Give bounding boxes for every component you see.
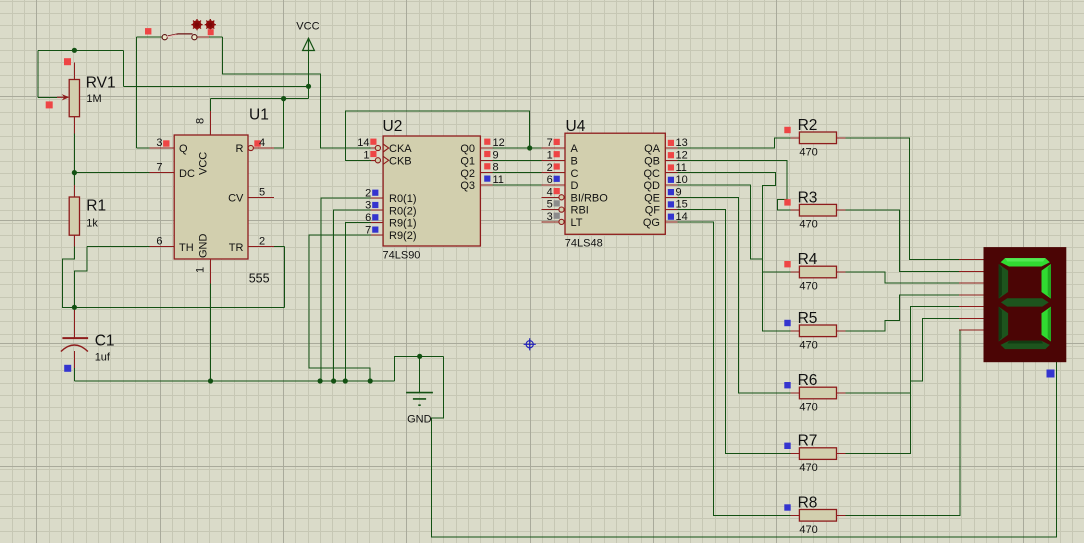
svg-text:7: 7 — [156, 162, 162, 174]
svg-text:7: 7 — [547, 137, 553, 149]
svg-text:QE: QE — [644, 192, 660, 204]
svg-text:8: 8 — [493, 162, 499, 174]
svg-text:R9(2): R9(2) — [389, 230, 417, 242]
svg-text:CKA: CKA — [389, 143, 412, 155]
svg-text:QB: QB — [644, 156, 660, 168]
svg-text:CV: CV — [228, 193, 244, 205]
svg-text:74LS48: 74LS48 — [565, 238, 603, 250]
svg-text:470: 470 — [799, 281, 817, 293]
svg-text:QD: QD — [644, 180, 661, 192]
svg-text:Q2: Q2 — [460, 168, 475, 180]
svg-text:470: 470 — [799, 462, 817, 474]
svg-text:9: 9 — [493, 149, 499, 161]
svg-text:CKB: CKB — [389, 156, 412, 168]
svg-text:1: 1 — [547, 150, 553, 162]
svg-text:2: 2 — [365, 187, 371, 199]
svg-text:4: 4 — [259, 137, 265, 149]
svg-text:QC: QC — [644, 168, 661, 180]
svg-text:5: 5 — [259, 186, 265, 198]
svg-text:6: 6 — [547, 174, 553, 186]
svg-text:6: 6 — [365, 212, 371, 224]
svg-text:A: A — [571, 143, 579, 155]
svg-text:1: 1 — [195, 267, 207, 273]
svg-text:5: 5 — [547, 199, 553, 211]
svg-text:470: 470 — [799, 524, 817, 536]
svg-text:14: 14 — [357, 137, 369, 149]
svg-text:74LS90: 74LS90 — [383, 250, 421, 262]
svg-text:R3: R3 — [798, 189, 818, 206]
svg-text:Q3: Q3 — [460, 180, 475, 192]
svg-text:12: 12 — [676, 150, 688, 162]
svg-text:R1: R1 — [86, 198, 106, 215]
svg-text:RV1: RV1 — [86, 75, 116, 92]
svg-text:9: 9 — [676, 186, 682, 198]
svg-text:14: 14 — [676, 211, 688, 223]
svg-text:1k: 1k — [86, 217, 98, 229]
svg-text:QA: QA — [644, 143, 661, 155]
svg-text:QF: QF — [645, 205, 661, 217]
svg-text:TR: TR — [229, 242, 244, 254]
svg-text:VCC: VCC — [296, 21, 319, 33]
svg-text:Q1: Q1 — [460, 156, 475, 168]
svg-text:VCC: VCC — [198, 152, 210, 175]
svg-text:BI/RBO: BI/RBO — [571, 192, 609, 204]
svg-text:LT: LT — [571, 217, 583, 229]
svg-text:R6: R6 — [798, 372, 818, 389]
svg-text:U1: U1 — [249, 107, 269, 124]
svg-text:R2: R2 — [798, 117, 818, 134]
svg-text:TH: TH — [179, 242, 194, 254]
svg-text:12: 12 — [493, 137, 505, 149]
svg-text:3: 3 — [156, 137, 162, 149]
svg-text:470: 470 — [799, 146, 817, 158]
svg-text:6: 6 — [156, 236, 162, 248]
svg-text:R4: R4 — [798, 251, 818, 268]
svg-text:2: 2 — [547, 162, 553, 174]
svg-text:RBI: RBI — [571, 205, 589, 217]
svg-text:U4: U4 — [566, 118, 586, 135]
svg-text:R0(1): R0(1) — [389, 193, 417, 205]
svg-text:470: 470 — [799, 402, 817, 414]
svg-text:D: D — [571, 180, 579, 192]
svg-text:Q: Q — [179, 143, 188, 155]
svg-text:1uf: 1uf — [95, 352, 111, 364]
svg-text:R8: R8 — [798, 494, 818, 511]
svg-text:QG: QG — [643, 217, 660, 229]
svg-text:R: R — [235, 143, 243, 155]
svg-text:C: C — [571, 168, 579, 180]
svg-text:1M: 1M — [86, 93, 101, 105]
svg-text:13: 13 — [676, 137, 688, 149]
svg-text:470: 470 — [799, 219, 817, 231]
svg-text:8: 8 — [195, 118, 207, 124]
svg-text:U2: U2 — [383, 118, 403, 135]
svg-text:7: 7 — [365, 224, 371, 236]
svg-text:DC: DC — [179, 168, 195, 180]
svg-text:GND: GND — [407, 413, 432, 425]
svg-text:1: 1 — [363, 149, 369, 161]
svg-text:555: 555 — [249, 272, 270, 286]
svg-text:R5: R5 — [798, 310, 818, 327]
svg-text:3: 3 — [547, 211, 553, 223]
svg-text:C1: C1 — [95, 332, 115, 349]
svg-text:11: 11 — [493, 174, 504, 186]
svg-text:GND: GND — [198, 234, 210, 259]
svg-text:4: 4 — [547, 186, 553, 198]
svg-text:11: 11 — [676, 162, 687, 174]
svg-text:3: 3 — [365, 200, 371, 212]
svg-text:R7: R7 — [798, 433, 818, 450]
svg-text:Q0: Q0 — [460, 143, 475, 155]
svg-text:470: 470 — [799, 339, 817, 351]
svg-text:B: B — [571, 156, 578, 168]
svg-text:R9(1): R9(1) — [389, 218, 417, 230]
svg-text:2: 2 — [259, 236, 265, 248]
svg-text:R0(2): R0(2) — [389, 205, 417, 217]
svg-text:15: 15 — [676, 199, 688, 211]
svg-text:10: 10 — [676, 174, 688, 186]
